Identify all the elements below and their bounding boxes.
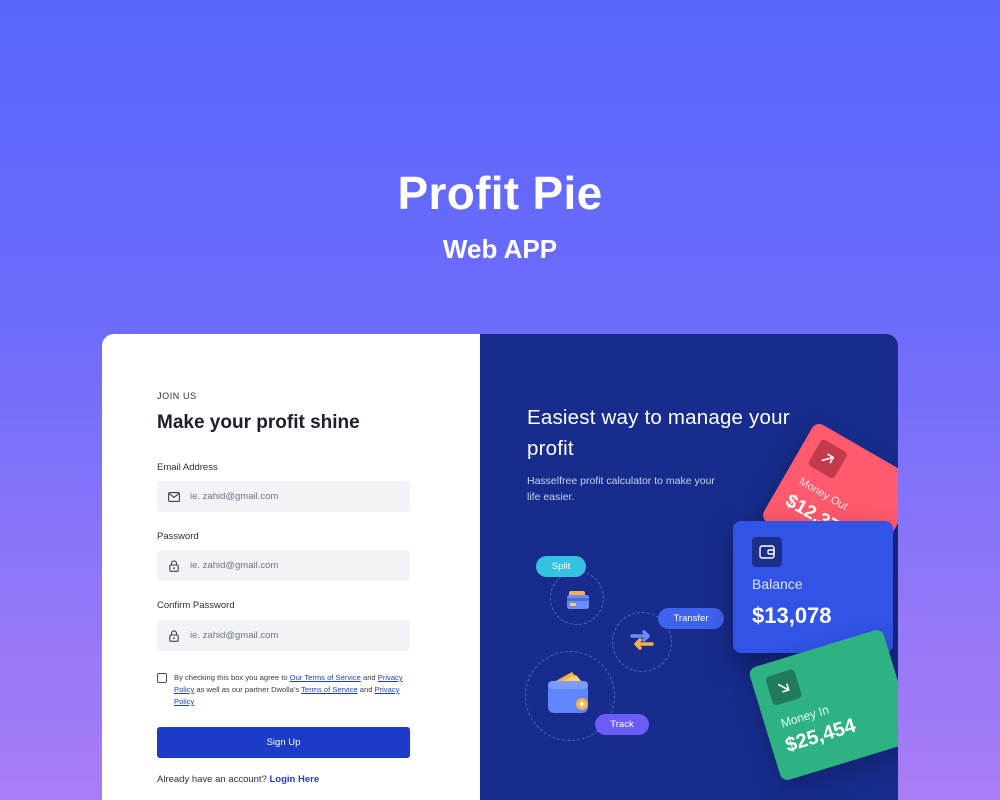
lock-icon <box>167 629 181 643</box>
track-pill: Track <box>595 714 649 735</box>
arrow-down-right-icon <box>764 668 803 707</box>
email-field[interactable] <box>157 481 410 512</box>
consent-text-part: and <box>357 685 375 694</box>
promo-description: Hasselfree profit calculator to make you… <box>527 475 715 503</box>
hero-title: Profit Pie <box>397 167 603 219</box>
login-prompt-text: Already have an account? <box>157 774 270 785</box>
password-input[interactable] <box>190 560 390 571</box>
login-link[interactable]: Login Here <box>270 774 320 785</box>
lock-icon <box>167 559 181 573</box>
mail-icon <box>167 490 181 504</box>
password-field[interactable] <box>157 550 410 581</box>
form-eyebrow: JOIN US <box>157 391 197 401</box>
wallet-coin-icon <box>546 668 594 721</box>
login-prompt: Already have an account? Login Here <box>157 774 319 785</box>
consent-text-part: and <box>360 673 378 682</box>
confirm-password-input[interactable] <box>190 630 390 641</box>
balance-amount: $13,078 <box>752 603 832 628</box>
promo-title: Easiest way to manage your profit <box>527 406 790 460</box>
balance-label: Balance <box>752 576 803 592</box>
signup-button[interactable]: Sign Up <box>157 727 410 758</box>
signup-form-panel: JOIN US Make your profit shine Email Add… <box>102 334 480 800</box>
consent-text-part: as well as our partner Dwolla's <box>194 685 302 694</box>
transfer-arrows-icon <box>628 628 656 657</box>
form-title: Make your profit shine <box>157 412 360 433</box>
terms-of-service-link[interactable]: Our Terms of Service <box>290 673 361 682</box>
password-label: Password <box>157 531 199 542</box>
split-pill: Split <box>536 556 586 577</box>
terms-checkbox[interactable] <box>157 673 167 683</box>
email-input[interactable] <box>190 491 390 502</box>
app-mockup: JOIN US Make your profit shine Email Add… <box>102 334 898 800</box>
consent-text-part: By checking this box you agree to <box>174 673 290 682</box>
terms-consent: By checking this box you agree to Our Te… <box>157 672 417 708</box>
promo-panel: Easiest way to manage your profit Hassel… <box>480 334 898 800</box>
credit-card-icon <box>566 590 590 615</box>
hero-subtitle: Web APP <box>442 234 558 264</box>
confirm-password-field[interactable] <box>157 620 410 651</box>
arrow-up-right-icon <box>807 438 849 480</box>
consent-text: By checking this box you agree to Our Te… <box>174 672 417 708</box>
transfer-pill: Transfer <box>658 608 724 629</box>
confirm-password-label: Confirm Password <box>157 600 235 611</box>
wallet-icon <box>752 537 782 567</box>
dwolla-terms-link[interactable]: Terms of Service <box>301 685 358 694</box>
email-label: Email Address <box>157 462 218 473</box>
